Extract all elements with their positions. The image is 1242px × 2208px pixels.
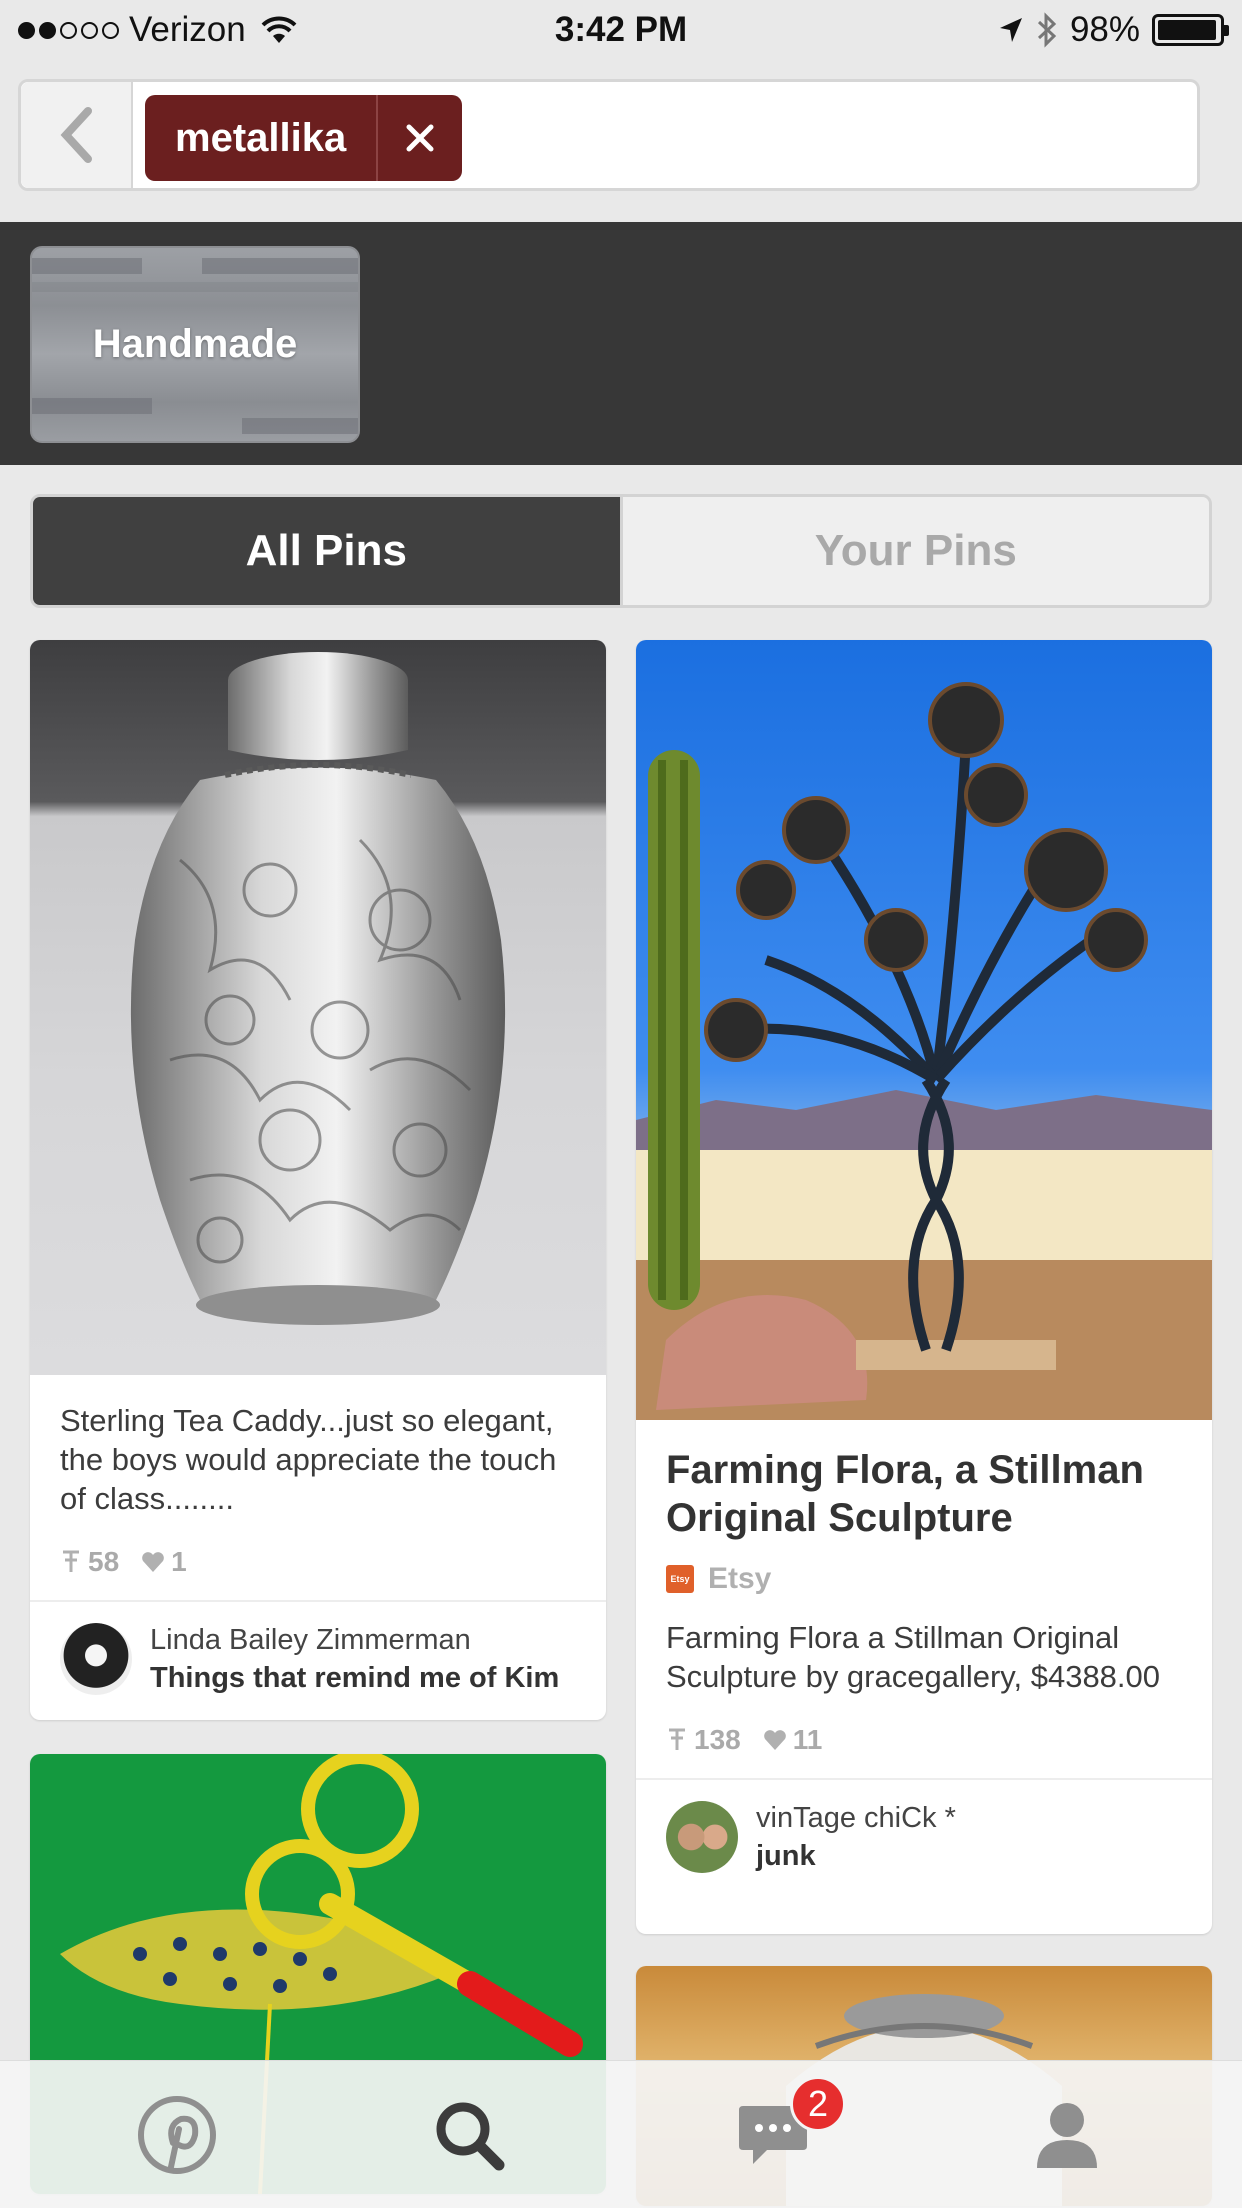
pin-body: Farming Flora, a Stillman Original Sculp… <box>636 1420 1212 1756</box>
pinterest-logo-icon <box>138 2096 216 2174</box>
guide-chip-label: Handmade <box>92 322 298 366</box>
like-count-value: 1 <box>171 1546 187 1577</box>
repin-count-value: 58 <box>88 1546 120 1577</box>
pin-image-sculpture[interactable] <box>636 640 1212 1420</box>
bluetooth-icon <box>1037 12 1057 48</box>
chevron-left-icon <box>60 107 92 163</box>
guide-chip-handmade[interactable]: Handmade <box>30 246 360 443</box>
pin-attribution[interactable]: Linda Bailey Zimmerman Things that remin… <box>30 1600 606 1716</box>
profile-icon <box>1037 2103 1097 2168</box>
board-name[interactable]: Things that remind me of Kim <box>150 1659 559 1697</box>
pinner-name[interactable]: vinTage chiCk * <box>756 1799 956 1837</box>
status-bar: Verizon 3:42 PM 98% <box>0 0 1242 62</box>
battery-icon <box>1152 14 1229 46</box>
pin-card[interactable]: Farming Flora, a Stillman Original Sculp… <box>636 640 1212 1934</box>
status-right: 98% <box>998 10 1229 50</box>
close-icon <box>406 124 434 152</box>
etsy-icon: Etsy <box>666 1565 694 1593</box>
pin-stats: 58 1 <box>60 1546 576 1578</box>
tab-messages[interactable]: 2 <box>618 2061 928 2208</box>
location-arrow-icon <box>999 18 1022 42</box>
repin-icon <box>63 1550 79 1572</box>
heart-icon <box>763 1730 786 1750</box>
pin-attribution[interactable]: vinTage chiCk * junk <box>636 1778 1212 1894</box>
repin-count: 58 <box>60 1546 119 1578</box>
like-count-value: 11 <box>792 1724 823 1755</box>
tab-all-pins[interactable]: All Pins <box>33 497 620 605</box>
tab-profile[interactable] <box>912 2061 1222 2208</box>
battery-percent: 98% <box>1069 10 1140 49</box>
avatar[interactable] <box>666 1801 738 1873</box>
tab-search[interactable] <box>314 2061 624 2208</box>
board-name[interactable]: junk <box>756 1837 956 1875</box>
pinner-name[interactable]: Linda Bailey Zimmerman <box>150 1621 559 1659</box>
repin-icon <box>669 1728 685 1750</box>
search-icon <box>436 2102 505 2171</box>
pins-scope-toggle: All Pins Your Pins <box>30 494 1212 608</box>
pin-description: Sterling Tea Caddy...just so elegant, th… <box>60 1403 557 1516</box>
guided-search-strip: Handmade <box>0 222 1242 465</box>
pin-title[interactable]: Farming Flora, a Stillman Original Sculp… <box>666 1446 1182 1542</box>
pin-stats: 138 11 <box>666 1724 1182 1756</box>
pin-description: Farming Flora a Stillman Original Sculpt… <box>666 1620 1161 1694</box>
repin-count-value: 138 <box>694 1724 741 1755</box>
avatar[interactable] <box>60 1623 132 1695</box>
notification-badge: 2 <box>790 2076 846 2132</box>
tab-home[interactable] <box>22 2061 332 2208</box>
like-count: 1 <box>141 1546 187 1578</box>
tab-your-pins[interactable]: Your Pins <box>619 497 1209 605</box>
repin-count: 138 <box>666 1724 741 1756</box>
search-token[interactable]: metallika <box>145 95 463 181</box>
remove-token-button[interactable] <box>376 95 462 181</box>
bottom-tab-bar: 2 <box>0 2060 1242 2208</box>
pin-source[interactable]: Etsy Etsy <box>666 1562 1182 1596</box>
pin-card[interactable]: Sterling Tea Caddy...just so elegant, th… <box>30 640 606 1720</box>
search-token-label: metallika <box>175 116 347 160</box>
heart-icon <box>142 1552 164 1572</box>
pin-body: Sterling Tea Caddy...just so elegant, th… <box>30 1375 606 1578</box>
search-bar[interactable]: metallika <box>18 79 1200 191</box>
pin-source-label: Etsy <box>708 1562 772 1595</box>
pin-image-tea-caddy[interactable] <box>30 640 606 1375</box>
like-count: 11 <box>763 1724 823 1756</box>
back-button[interactable] <box>21 82 133 188</box>
